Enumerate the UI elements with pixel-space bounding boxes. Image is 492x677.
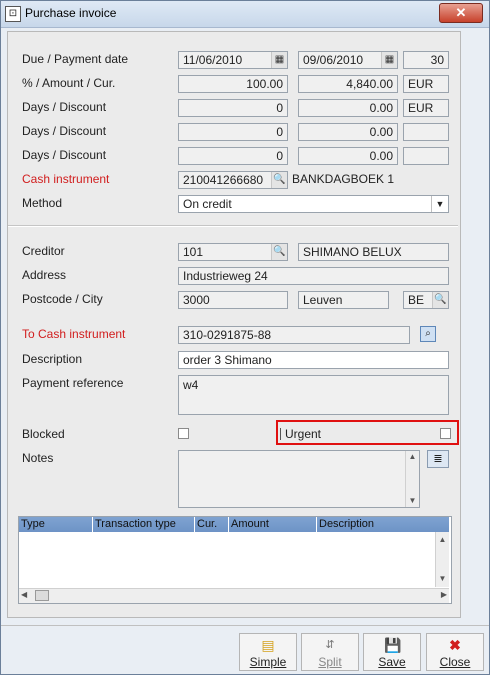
grid-header: Type Transaction type Cur. Amount Descri…: [19, 517, 449, 532]
bank-lookup-icon[interactable]: ⌕: [420, 326, 436, 342]
scroll-thumb[interactable]: [35, 590, 49, 601]
notes-scrollbar[interactable]: ▲ ▼: [405, 451, 419, 507]
urgent-checkbox[interactable]: [440, 428, 451, 439]
discount-days-1[interactable]: 0: [178, 99, 288, 117]
column-header-description[interactable]: Description: [317, 517, 449, 532]
discount-label-3: Days / Discount: [22, 148, 107, 162]
toolbar-divider: [1, 625, 489, 626]
blocked-checkbox[interactable]: [178, 428, 189, 439]
payment-reference-label: Payment reference: [22, 376, 124, 390]
chevron-down-icon[interactable]: ▼: [431, 196, 448, 212]
urgent-label: Urgent: [285, 427, 322, 441]
column-header-type[interactable]: Type: [19, 517, 93, 532]
discount-currency-2[interactable]: [403, 123, 449, 141]
purchase-invoice-window: ⊡ Purchase invoice ✕ Due / Payment date …: [0, 0, 490, 675]
due-date-field[interactable]: 11/06/2010 ▦: [178, 51, 288, 69]
save-icon: 💾: [384, 637, 402, 653]
description-input[interactable]: order 3 Shimano: [178, 351, 449, 369]
calendar-icon[interactable]: ▦: [271, 52, 287, 68]
scroll-down-icon[interactable]: ▼: [406, 495, 419, 507]
notes-label: Notes: [22, 451, 54, 465]
address-field[interactable]: Industrieweg 24: [178, 267, 449, 285]
scroll-down-icon[interactable]: ▼: [436, 573, 449, 585]
discount-label-1: Days / Discount: [22, 100, 107, 114]
cash-instrument-field[interactable]: 210041266680 🔍: [178, 171, 288, 189]
scroll-up-icon[interactable]: ▲: [436, 534, 449, 546]
due-payment-date-label: Due / Payment date: [22, 52, 129, 66]
discount-amount-3[interactable]: 0.00: [298, 147, 398, 165]
postcode-field[interactable]: 3000: [178, 291, 288, 309]
discount-currency-1[interactable]: EUR: [403, 99, 449, 117]
close-icon: ✖: [449, 637, 461, 653]
country-field[interactable]: BE 🔍: [403, 291, 449, 309]
urgent-separator: [280, 428, 281, 440]
discount-amount-1[interactable]: 0.00: [298, 99, 398, 117]
save-button[interactable]: 💾 Save: [363, 633, 421, 671]
creditor-label: Creditor: [22, 244, 65, 258]
notes-icon[interactable]: ≣: [427, 450, 449, 468]
cash-instrument-label: Cash instrument: [22, 172, 110, 186]
lookup-icon[interactable]: 🔍: [271, 244, 287, 260]
window-title: Purchase invoice: [25, 6, 117, 20]
address-label: Address: [22, 268, 67, 282]
split-button[interactable]: ⇵ Split: [301, 633, 359, 671]
invoice-panel: Due / Payment date 11/06/2010 ▦ 09/06/20…: [7, 31, 461, 618]
grid-horizontal-scrollbar[interactable]: ◀ ▶: [19, 588, 449, 603]
to-cash-instrument-label: To Cash instrument: [22, 327, 126, 341]
title-bar: ⊡ Purchase invoice ✕: [1, 1, 489, 28]
discount-currency-3[interactable]: [403, 147, 449, 165]
scroll-left-icon[interactable]: ◀: [21, 590, 27, 599]
payment-reference-field[interactable]: w4: [178, 375, 449, 415]
discount-days-2[interactable]: 0: [178, 123, 288, 141]
amount-field[interactable]: 4,840.00: [298, 75, 398, 93]
simple-icon: ▤: [261, 637, 275, 653]
calendar-icon[interactable]: ▦: [381, 52, 397, 68]
column-header-currency[interactable]: Cur.: [195, 517, 229, 532]
creditor-code-field[interactable]: 101 🔍: [178, 243, 288, 261]
cash-instrument-name: BANKDAGBOEK 1: [292, 172, 395, 186]
discount-label-2: Days / Discount: [22, 124, 107, 138]
column-header-transaction-type[interactable]: Transaction type: [93, 517, 195, 532]
app-icon: ⊡: [5, 6, 21, 22]
method-select[interactable]: On credit ▼: [178, 195, 449, 213]
method-label: Method: [22, 196, 63, 210]
lookup-icon[interactable]: 🔍: [432, 292, 448, 308]
currency-field[interactable]: EUR: [403, 75, 449, 93]
discount-days-3[interactable]: 0: [178, 147, 288, 165]
simple-button[interactable]: ▤ Simple: [239, 633, 297, 671]
grid-vertical-scrollbar[interactable]: ▲ ▼: [435, 532, 449, 587]
percent-field[interactable]: 100.00: [178, 75, 288, 93]
lookup-icon[interactable]: 🔍: [271, 172, 287, 188]
column-header-amount[interactable]: Amount: [229, 517, 317, 532]
payment-days-field[interactable]: 30: [403, 51, 449, 69]
to-cash-instrument-field[interactable]: 310-0291875-88: [178, 326, 410, 344]
creditor-name-field[interactable]: SHIMANO BELUX: [298, 243, 449, 261]
amount-label: % / Amount / Cur.: [22, 76, 116, 90]
window-close-button[interactable]: ✕: [439, 3, 483, 23]
blocked-label: Blocked: [22, 427, 65, 441]
section-divider: [8, 225, 458, 227]
split-icon: ⇵: [325, 639, 335, 651]
notes-textarea[interactable]: [178, 450, 420, 508]
scroll-right-icon[interactable]: ▶: [441, 590, 447, 599]
postcode-city-label: Postcode / City: [22, 292, 103, 306]
city-field[interactable]: Leuven: [298, 291, 389, 309]
scroll-up-icon[interactable]: ▲: [406, 451, 419, 463]
transactions-grid[interactable]: Type Transaction type Cur. Amount Descri…: [18, 516, 452, 604]
close-button[interactable]: ✖ Close: [426, 633, 484, 671]
description-label: Description: [22, 352, 83, 366]
payment-date-field[interactable]: 09/06/2010 ▦: [298, 51, 398, 69]
discount-amount-2[interactable]: 0.00: [298, 123, 398, 141]
